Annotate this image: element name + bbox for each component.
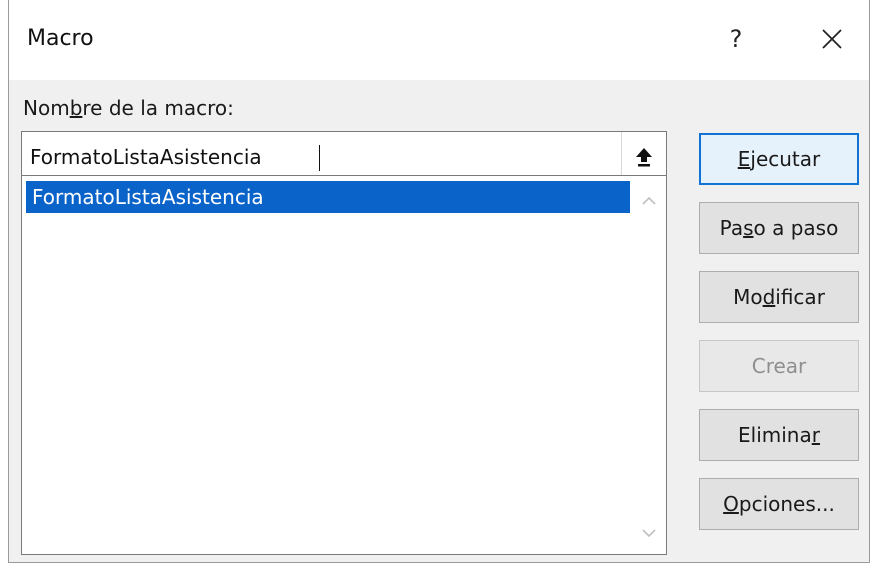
macro-dialog: Macro ? Nombre de la macro: FormatoLista…	[8, 0, 870, 563]
scroll-down-button[interactable]	[632, 516, 666, 550]
vertical-scrollbar[interactable]	[632, 176, 666, 554]
list-item[interactable]: FormatoListaAsistencia	[26, 181, 630, 213]
text-caret	[319, 145, 320, 171]
close-icon	[822, 29, 842, 49]
options-button[interactable]: Opciones...	[699, 478, 859, 530]
chevron-down-icon	[642, 529, 656, 538]
macro-name-input[interactable]	[30, 140, 610, 174]
delete-button[interactable]: Elimina r	[699, 409, 859, 461]
close-button[interactable]	[803, 14, 861, 64]
scroll-up-button[interactable]	[632, 184, 666, 218]
dialog-title: Macro	[27, 26, 94, 51]
chevron-up-icon	[642, 196, 656, 205]
run-button[interactable]: Ejecutar	[699, 133, 859, 185]
edit-button[interactable]: Mo d ificar	[699, 271, 859, 323]
step-into-button[interactable]: Pa s o a paso	[699, 202, 859, 254]
title-bar: Macro ?	[9, 0, 869, 80]
create-button[interactable]: Crear	[699, 340, 859, 392]
upload-arrow-icon	[636, 148, 652, 167]
macro-list[interactable]: FormatoListaAsistencia	[21, 175, 667, 555]
help-icon: ?	[729, 25, 743, 53]
help-button[interactable]: ?	[711, 16, 761, 62]
macro-name-label: Nombre de la macro:	[23, 96, 234, 120]
